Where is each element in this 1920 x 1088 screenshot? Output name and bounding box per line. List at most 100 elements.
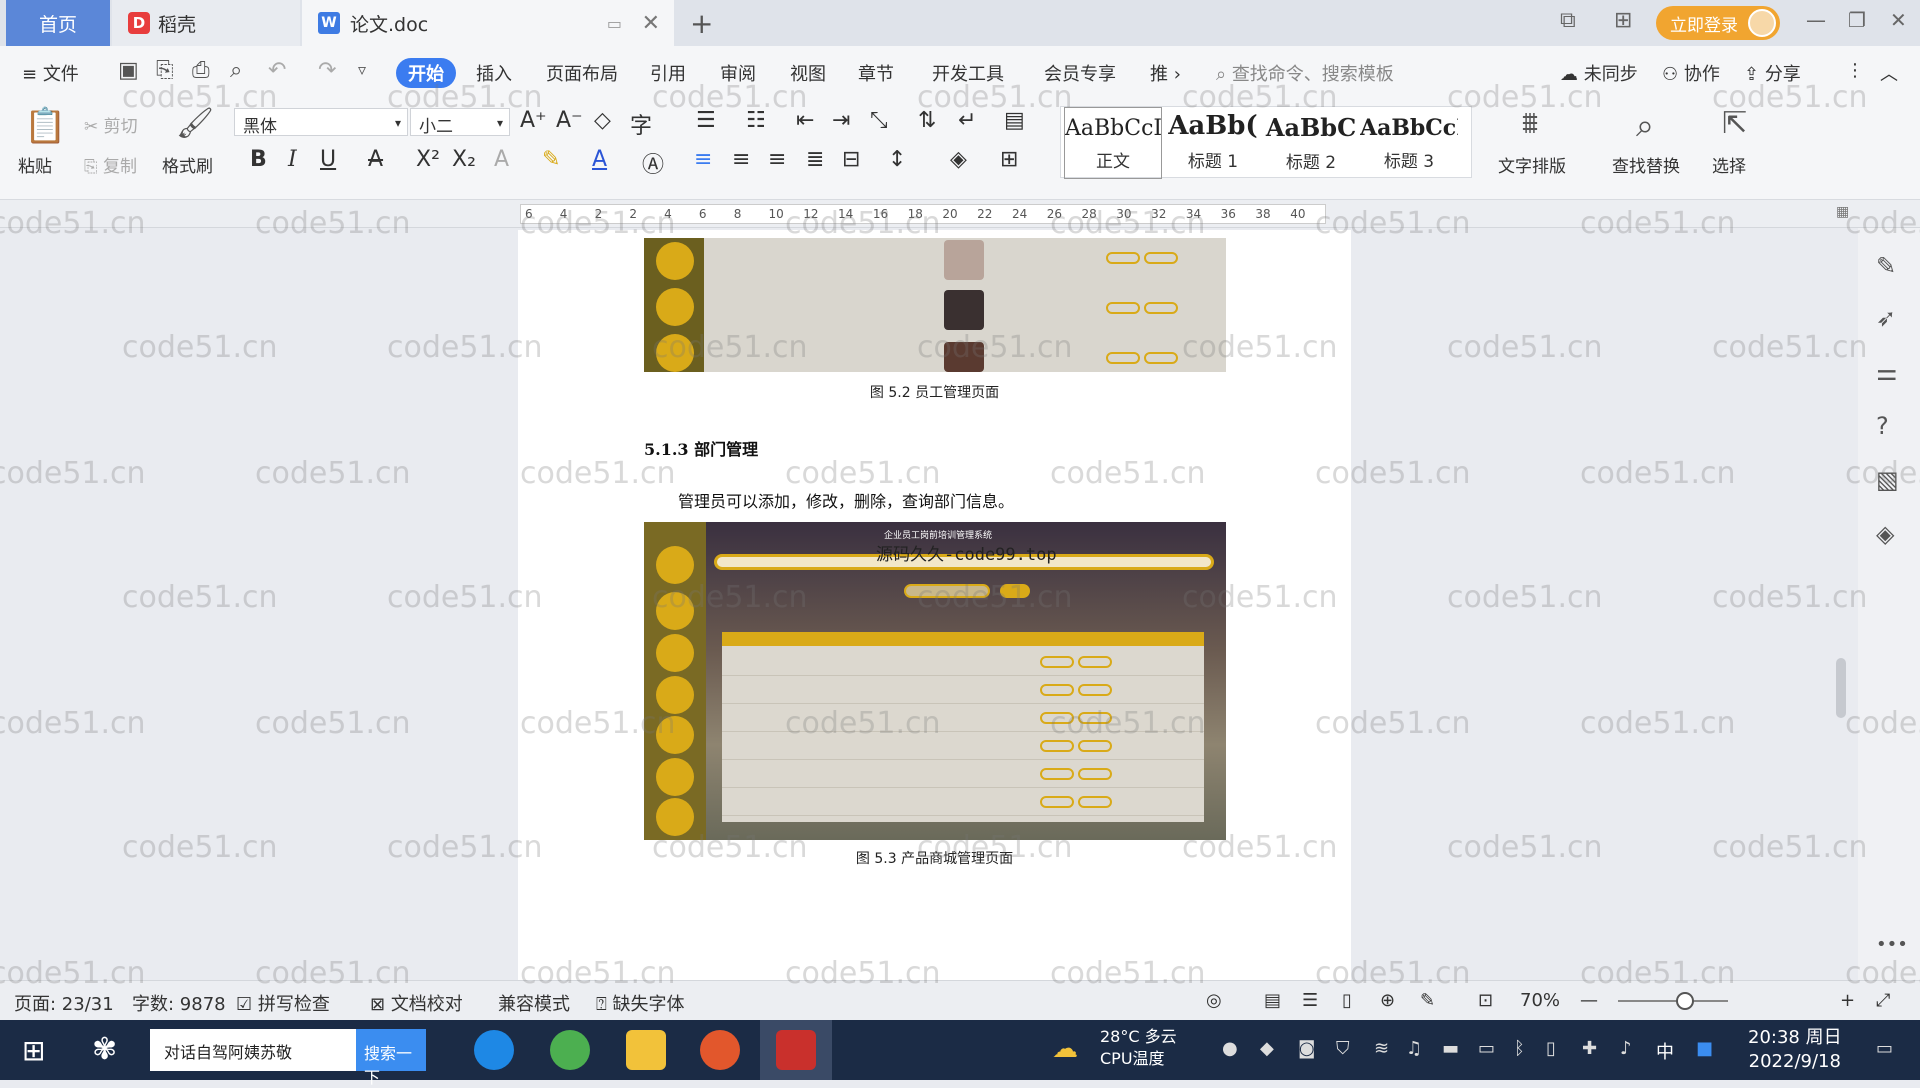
align-center-icon[interactable]: ≡	[732, 147, 750, 172]
menu-references[interactable]: 引用	[650, 60, 686, 86]
assistant-icon[interactable]: ✾	[92, 1032, 117, 1067]
paste-icon[interactable]: 📋	[24, 106, 66, 146]
weather-widget[interactable]: 28°C 多云 CPU温度	[1100, 1026, 1177, 1070]
pen-icon[interactable]: ✎	[1876, 252, 1896, 280]
eye-protect-icon[interactable]: ◎	[1206, 990, 1222, 1011]
menu-view[interactable]: 视图	[790, 60, 826, 86]
app-icon[interactable]	[700, 1030, 740, 1070]
usb-icon[interactable]: ▯	[1546, 1038, 1556, 1059]
fullscreen-icon[interactable]: ⤢	[1876, 990, 1890, 1011]
select-button[interactable]: 选择	[1712, 152, 1746, 177]
tray-app-icon[interactable]: ◆	[1260, 1038, 1274, 1059]
export-icon[interactable]: ⎘	[156, 58, 174, 83]
image-tool-icon[interactable]: ▧	[1876, 466, 1899, 494]
write-view-icon[interactable]: ✎	[1420, 990, 1435, 1011]
layout-icon[interactable]: ⧉	[1560, 8, 1576, 33]
menu-start[interactable]: 开始	[396, 58, 456, 88]
windows-start-icon[interactable]: ⊞	[22, 1034, 45, 1067]
show-marks-icon[interactable]: ↵	[958, 108, 976, 133]
missing-font-button[interactable]: ⍰ 缺失字体	[596, 990, 685, 1016]
numbering-icon[interactable]: ☷	[746, 108, 766, 133]
font-family-select[interactable]: 黑体 ▾	[234, 108, 408, 137]
outline-view-icon[interactable]: ☰	[1302, 990, 1318, 1011]
justify-icon[interactable]: ≣	[806, 147, 824, 172]
minimize-icon[interactable]: —	[1806, 8, 1826, 32]
bold-icon[interactable]: B	[250, 147, 267, 172]
notifications-icon[interactable]: ▭	[1876, 1038, 1893, 1059]
style-heading-3[interactable]: AaBbCcI 标题 3	[1360, 107, 1458, 179]
page-view-icon[interactable]: ▤	[1264, 990, 1281, 1011]
paste-button[interactable]: 粘贴	[18, 152, 52, 177]
style-normal[interactable]: AaBbCcI 正文	[1064, 107, 1162, 179]
subscript-icon[interactable]: X₂	[452, 147, 476, 172]
menu-vip[interactable]: 会员专享	[1044, 60, 1116, 86]
collab-button[interactable]: ⚇ 协作	[1662, 60, 1720, 86]
share-button[interactable]: ⇪ 分享	[1744, 60, 1801, 86]
line-spacing-icon[interactable]: ↕	[888, 147, 906, 172]
pin-icon[interactable]: ▭	[607, 14, 622, 33]
grow-font-icon[interactable]: A⁺	[520, 108, 547, 133]
ruler-toggle-icon[interactable]: ▤	[1004, 108, 1025, 133]
word-count[interactable]: 字数: 9878	[132, 990, 226, 1016]
distribute-icon[interactable]: ⊟	[842, 147, 860, 172]
bullets-icon[interactable]: ☰	[696, 108, 716, 133]
print-icon[interactable]: ⎙	[192, 58, 210, 83]
scrollbar-thumb[interactable]	[1836, 658, 1846, 718]
format-painter-button[interactable]: 格式刷	[162, 152, 213, 177]
sliders-icon[interactable]: ⚌	[1876, 358, 1898, 386]
more-options-icon[interactable]: ⋮	[1846, 60, 1864, 81]
tray-app-icon[interactable]: ✚	[1582, 1038, 1597, 1059]
cut-button[interactable]: ✂ 剪切	[84, 112, 138, 137]
redo-icon[interactable]: ↷	[318, 58, 336, 83]
save-icon[interactable]: ▣	[118, 58, 139, 83]
menu-developer[interactable]: 开发工具	[932, 60, 1004, 86]
menu-more[interactable]: 推 ›	[1150, 60, 1181, 86]
cursor-icon[interactable]: ➶	[1876, 304, 1896, 332]
shading-icon[interactable]: ◈	[950, 147, 967, 172]
borders-icon[interactable]: ⊞	[1000, 147, 1018, 172]
italic-icon[interactable]: I	[288, 147, 297, 172]
text-layout-button[interactable]: 文字排版	[1498, 152, 1566, 177]
sync-button[interactable]: ☁ 未同步	[1560, 60, 1638, 86]
taskbar-clock[interactable]: 20:38 周日 2022/9/18	[1748, 1026, 1842, 1074]
close-window-icon[interactable]: ✕	[1890, 8, 1907, 32]
align-left-icon[interactable]: ≡	[694, 147, 712, 172]
ie-browser-icon[interactable]	[474, 1030, 514, 1070]
proofread-button[interactable]: ⊠ 文档校对	[370, 990, 463, 1016]
bluetooth-icon[interactable]: ᛒ	[1514, 1038, 1525, 1059]
close-tab-icon[interactable]: ✕	[642, 11, 660, 36]
shrink-font-icon[interactable]: A⁻	[556, 108, 583, 133]
tab-home[interactable]: 首页	[6, 0, 110, 46]
style-heading-2[interactable]: AaBbC 标题 2	[1262, 107, 1360, 179]
underline-icon[interactable]: U	[320, 147, 336, 172]
restore-icon[interactable]: ❐	[1848, 8, 1866, 32]
char-border-icon[interactable]: Ⓐ	[642, 147, 664, 179]
style-heading-1[interactable]: AaBb(标题 1	[1164, 107, 1262, 179]
superscript-icon[interactable]: X²	[416, 147, 440, 172]
menu-insert[interactable]: 插入	[476, 60, 512, 86]
wifi-icon[interactable]: ≋	[1374, 1038, 1389, 1059]
menu-file[interactable]: ≡ 文件	[22, 60, 79, 86]
battery-icon[interactable]: ▭	[1478, 1038, 1495, 1059]
collapse-ribbon-icon[interactable]: ︿	[1880, 60, 1898, 86]
clear-format-icon[interactable]: ◇	[594, 108, 611, 133]
strikethrough-icon[interactable]: A	[368, 147, 383, 172]
phonetic-icon[interactable]: 字	[630, 108, 652, 140]
taskbar-search-input[interactable]: 对话自驾阿姨苏敬	[150, 1029, 356, 1071]
menu-review[interactable]: 审阅	[720, 60, 756, 86]
compass-icon[interactable]: ◈	[1876, 520, 1894, 548]
zoom-in-icon[interactable]: +	[1840, 990, 1855, 1011]
taskbar-search-button[interactable]: 搜索一下	[356, 1029, 426, 1087]
file-explorer-icon[interactable]	[626, 1030, 666, 1070]
new-tab-button[interactable]: +	[690, 0, 713, 46]
web-view-icon[interactable]: ⊕	[1380, 990, 1395, 1011]
tray-app-icon[interactable]: ■	[1696, 1038, 1713, 1059]
menu-chapter[interactable]: 章节	[858, 60, 894, 86]
text-effect-icon[interactable]: A	[494, 147, 509, 172]
preview-icon[interactable]: ⌕	[230, 58, 242, 83]
gpu-icon[interactable]: ▬	[1442, 1038, 1459, 1059]
zoom-level[interactable]: 70%	[1520, 990, 1560, 1011]
spell-check-button[interactable]: ☑ 拼写检查	[236, 990, 330, 1016]
volume-icon[interactable]: ♪	[1620, 1038, 1632, 1059]
login-button[interactable]: 立即登录	[1656, 6, 1780, 40]
